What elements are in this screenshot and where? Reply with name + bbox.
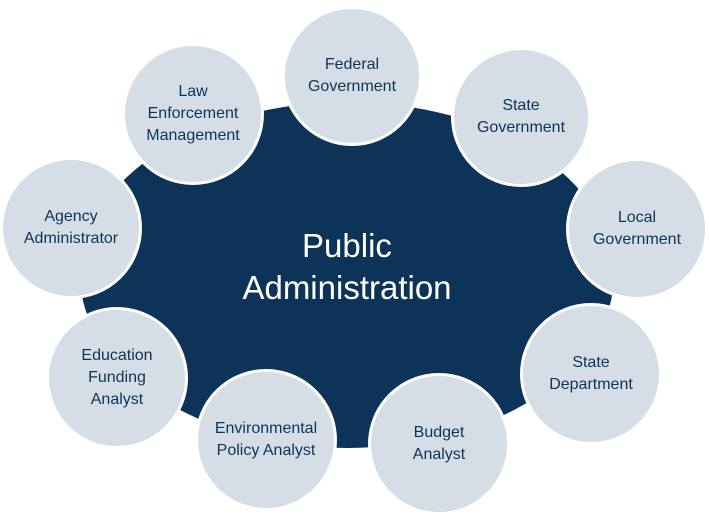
node-label: Law Enforcement Management [146,83,240,144]
node-state-government: State Government [451,47,591,187]
node-agency-administrator: Agency Administrator [0,157,142,299]
node-federal-government: Federal Government [282,6,422,146]
node-label: State Government [476,97,566,136]
node-label: Education Funding Analyst [81,347,153,408]
node-budget-analyst: Budget Analyst [368,373,510,515]
node-law-enforcement-management: Law Enforcement Management [122,43,264,185]
node-state-department: State Department [520,303,662,445]
node-label: State Department [549,354,633,393]
node-environmental-policy-analyst: Environmental Policy Analyst [195,369,337,511]
node-label: Budget Analyst [412,424,466,463]
node-label: Agency Administrator [23,208,119,247]
hub-title: Public Administration [242,227,452,306]
node-label: Local Government [592,209,682,248]
node-label: Federal Government [307,56,397,95]
node-education-funding-analyst: Education Funding Analyst [46,307,188,449]
node-local-government: Local Government [566,158,708,300]
node-label: Environmental Policy Analyst [214,420,318,459]
